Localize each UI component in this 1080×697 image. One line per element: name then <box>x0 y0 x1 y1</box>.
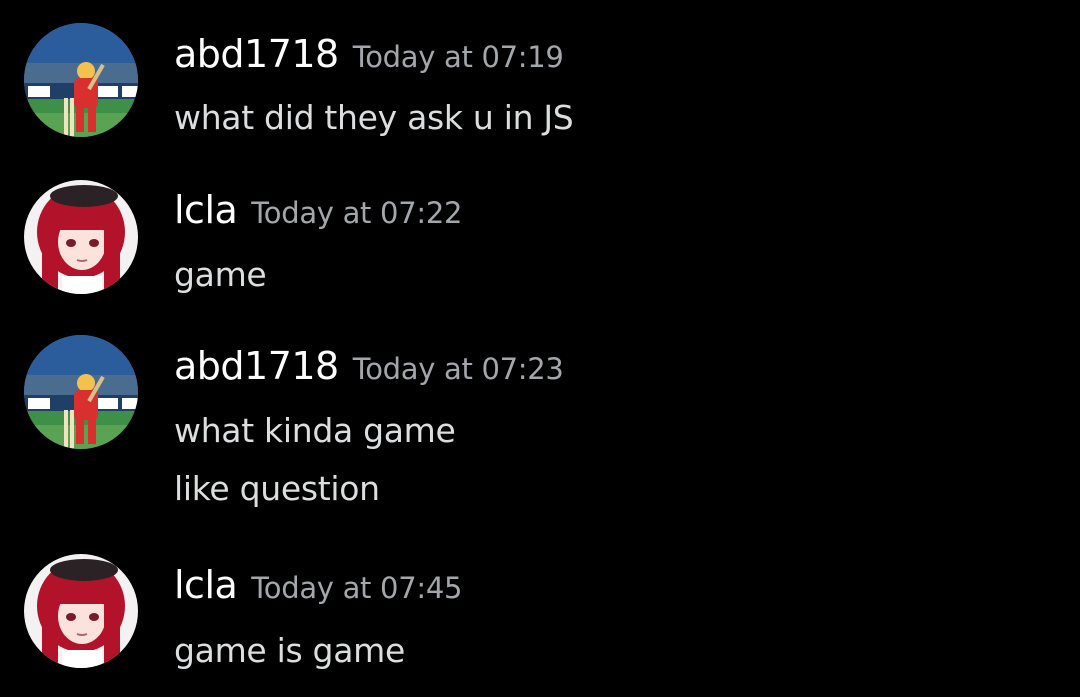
timestamp[interactable]: Today at 07:19 <box>353 40 564 74</box>
timestamp[interactable]: Today at 07:23 <box>353 352 564 386</box>
message-header: abd1718 Today at 07:19 <box>174 32 564 76</box>
username[interactable]: lcla <box>174 188 238 232</box>
cricket-player-avatar-icon[interactable] <box>24 23 138 137</box>
anime-girl-avatar-icon[interactable] <box>24 554 138 668</box>
message-text: what did they ask u in JS <box>174 98 574 137</box>
message-text: what kinda game <box>174 411 456 450</box>
message-text: game <box>174 255 267 294</box>
username[interactable]: lcla <box>174 563 238 607</box>
message-header: lcla Today at 07:22 <box>174 188 462 232</box>
message-header: abd1718 Today at 07:23 <box>174 344 564 388</box>
anime-girl-avatar-icon[interactable] <box>24 180 138 294</box>
cricket-player-avatar-icon[interactable] <box>24 335 138 449</box>
username[interactable]: abd1718 <box>174 344 339 388</box>
timestamp[interactable]: Today at 07:22 <box>251 196 462 230</box>
message-text: like question <box>174 469 380 508</box>
username[interactable]: abd1718 <box>174 32 339 76</box>
message-header: lcla Today at 07:45 <box>174 563 462 607</box>
timestamp[interactable]: Today at 07:45 <box>251 571 462 605</box>
message-text: game is game <box>174 631 405 670</box>
